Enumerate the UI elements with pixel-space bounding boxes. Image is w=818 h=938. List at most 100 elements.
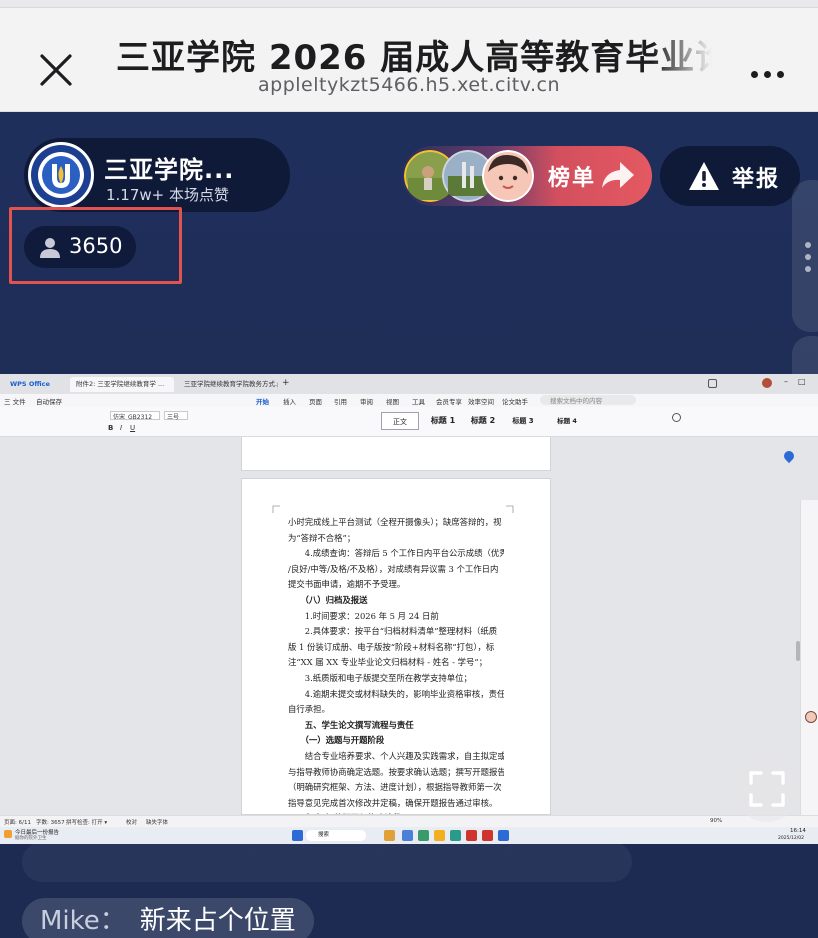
style-heading-3[interactable]: 标题 3 [504, 412, 542, 430]
dot-icon [750, 70, 758, 78]
tab-wps-home[interactable]: WPS Office [4, 377, 56, 392]
document-line: 4.成绩查询：答辩后 5 个工作日内平台公示成绩（优秀 [288, 548, 504, 559]
report-label: 举报 [732, 167, 781, 192]
crop-mark-icon [272, 505, 280, 513]
menu-home[interactable]: 开始 [256, 396, 269, 406]
status-proofread[interactable]: 校对 [126, 818, 137, 826]
document-line: （明确研究框架、方法、进度计划），根据指导教师第一次 [288, 782, 502, 793]
style-heading-2[interactable]: 标题 2 [464, 412, 502, 430]
document-line: 与指导教师协商确定选题。按要求确认选题；撰写开题报告 [288, 766, 504, 777]
fullscreen-button[interactable] [734, 756, 800, 822]
menu-view[interactable]: 视图 [386, 396, 399, 406]
host-info-pill[interactable]: 三亚学院... 1.17w+ 本场点赞 [24, 138, 290, 212]
fullscreen-icon [749, 771, 785, 807]
new-tab-icon[interactable]: + [282, 378, 290, 388]
live-stream-stage: 三亚学院... 1.17w+ 本场点赞 3650 榜单 举报 WPS Offic… [0, 112, 818, 938]
leaderboard-button[interactable]: 榜单 [402, 146, 652, 206]
dot-icon [763, 70, 771, 78]
document-body-text: 小时完成线上平台测试（全程开摄像头）；缺席答辩的，视 为“答辩不合格”； 4.成绩… [288, 515, 504, 814]
font-size-select[interactable]: 三号 [164, 411, 188, 421]
location-pin-icon[interactable] [781, 448, 797, 464]
style-heading-1[interactable]: 标题 1 [424, 412, 462, 430]
bold-icon[interactable]: B [108, 424, 113, 432]
document-canvas[interactable]: 小时完成线上平台测试（全程开摄像头）；缺席答辩的，视 为“答辩不合格”； 4.成绩… [0, 437, 818, 844]
status-missing-font[interactable]: 缺失字体 [146, 818, 168, 826]
window-icon[interactable] [708, 379, 717, 388]
app-icon[interactable] [466, 830, 477, 841]
report-button[interactable]: 举报 [660, 146, 800, 206]
document-line: 指导意见完成首次修改并定稿，确保开题报告通过审核。 [288, 797, 498, 808]
style-heading-4[interactable]: 标题 4 [548, 412, 586, 430]
menu-review[interactable]: 审阅 [360, 396, 373, 406]
maximize-icon[interactable]: □ [798, 377, 806, 386]
app-icon[interactable] [498, 830, 509, 841]
start-menu-icon[interactable] [292, 830, 303, 841]
assistant-avatar-icon[interactable] [805, 711, 817, 723]
app-menu-bar: 三 文件 自动保存 开始 插入 页面 引用 审阅 视图 工具 会员专享 效率空间… [0, 394, 818, 407]
minimize-icon[interactable]: – [784, 377, 788, 386]
user-icon [40, 238, 60, 258]
underline-icon[interactable]: U [130, 424, 135, 432]
tab-presentation[interactable]: 三亚学院继续教育学院教务方式.pptx [178, 377, 278, 392]
menu-membership[interactable]: 会员专享 [436, 396, 462, 406]
status-zoom[interactable]: 90% [710, 818, 722, 824]
menu-autosave[interactable]: 自动保存 [36, 396, 62, 406]
news-widget-icon[interactable] [4, 830, 12, 838]
page-title: 三亚学院 2026 届成人高等教育毕业论文 [116, 38, 712, 74]
menu-references[interactable]: 引用 [334, 396, 347, 406]
crop-mark-icon [506, 505, 514, 513]
document-page[interactable]: 小时完成线上平台测试（全程开摄像头）；缺席答辩的，视 为“答辩不合格”； 4.成绩… [241, 478, 551, 815]
tab-document[interactable]: 附件2: 三亚学院继续教育学 ... [70, 377, 174, 392]
university-logo-icon [31, 145, 91, 205]
chat-message: Mike： 新来占个位置 [22, 898, 314, 938]
find-icon[interactable] [672, 413, 681, 422]
taskbar-search[interactable]: 搜索 [306, 830, 366, 841]
leaderboard-label: 榜单 [548, 166, 597, 191]
chat-text: 新来占个位置 [139, 906, 296, 936]
document-line: 3.纸质版和电子版提交至所在教学支持单位； [288, 672, 472, 683]
host-likes-count: 1.17w+ 本场点赞 [106, 186, 230, 204]
menu-thesis-assistant[interactable]: 论文助手 [502, 396, 528, 406]
menu-file[interactable]: 三 文件 [4, 396, 26, 406]
menu-insert[interactable]: 插入 [283, 396, 296, 406]
style-normal[interactable]: 正文 [381, 412, 419, 430]
document-line: 结合专业培养要求、个人兴趣及实践需求，自主拟定或 [288, 750, 504, 761]
taskbar-time: 16:14 [790, 828, 806, 834]
previous-page [241, 437, 551, 471]
avatar-cartoon-icon [482, 150, 534, 202]
browser-icon[interactable] [450, 830, 461, 841]
document-line: 版 1 份装订成册、电子版按“阶段+材料名称”打包），标 [288, 641, 495, 652]
app-icon[interactable] [402, 830, 413, 841]
wps-icon[interactable] [482, 830, 493, 841]
font-name-select[interactable]: 仿宋_GB2312 [110, 411, 160, 420]
system-status-strip [0, 0, 818, 8]
document-line: /良好/中等/及格/不及格），对成绩有异议需 3 个工作日内 [288, 563, 499, 574]
status-page[interactable]: 页面: 6/11 [4, 818, 31, 826]
top-viewer-avatar[interactable] [482, 150, 534, 202]
document-line: 4.逾期未提交或材料缺失的，影响毕业资格审核，责任 [288, 688, 504, 699]
dot-icon [805, 242, 811, 248]
menu-page[interactable]: 页面 [309, 396, 322, 406]
document-line: 1.时间要求：2026 年 5 月 24 日前 [288, 610, 439, 621]
host-avatar[interactable] [28, 142, 94, 208]
news-subtitle: 据你的院外卫生 [15, 836, 47, 841]
app-icon[interactable] [418, 830, 429, 841]
status-word-count[interactable]: 字数: 3657 [36, 818, 65, 826]
chat-username[interactable]: Mike： [40, 898, 126, 938]
share-arrow-icon [602, 162, 634, 188]
menu-efficiency[interactable]: 效率空间 [468, 396, 494, 406]
menu-tools[interactable]: 工具 [412, 396, 425, 406]
viewer-count-pill[interactable]: 3650 [24, 226, 136, 268]
folder-icon[interactable] [434, 830, 445, 841]
app-icon[interactable] [384, 830, 395, 841]
document-line: 小时完成线上平台测试（全程开摄像头）；缺席答辩的，视 [288, 517, 502, 527]
document-line: （八）归档及报送 [288, 594, 368, 605]
more-options-button[interactable] [742, 62, 792, 86]
doc-search-input[interactable]: 搜索文档中的内容 [540, 395, 636, 405]
app-tab-bar: WPS Office 附件2: 三亚学院继续教育学 ... 三亚学院继续教育学院… [0, 374, 818, 394]
account-avatar[interactable] [762, 378, 772, 388]
side-drawer-handle[interactable] [792, 180, 818, 332]
italic-icon[interactable]: I [120, 424, 122, 432]
page-url: appleltykzt5466.h5.xet.citv.cn [257, 74, 560, 96]
status-spell-check[interactable]: 拼写检查: 打开 ▾ [66, 818, 107, 826]
